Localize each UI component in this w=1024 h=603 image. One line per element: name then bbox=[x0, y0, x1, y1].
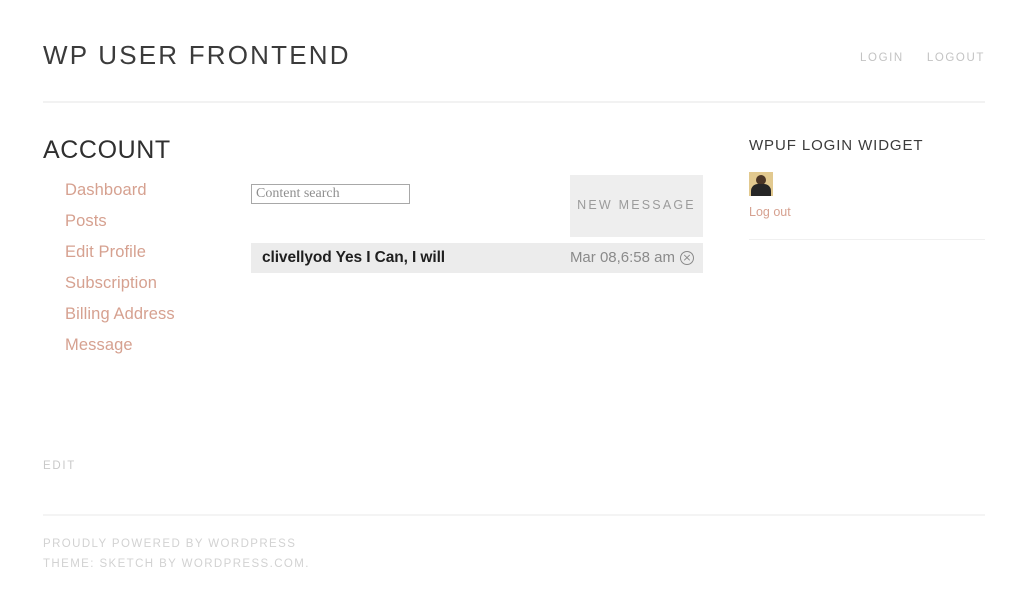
sidebar-link-message[interactable]: Message bbox=[65, 330, 265, 361]
sidebar-item-billing-address[interactable]: Billing Address bbox=[65, 299, 265, 330]
message-date: Mar 08,6:58 am bbox=[569, 249, 675, 266]
site-title: WP USER FRONTEND bbox=[43, 40, 351, 70]
widget-sidebar: WPUF LOGIN WIDGET Log out bbox=[749, 137, 985, 240]
sidebar-link-dashboard[interactable]: Dashboard bbox=[65, 175, 265, 206]
edit-link[interactable]: EDIT bbox=[43, 460, 76, 472]
nav-item-login[interactable]: LOGIN bbox=[860, 52, 904, 64]
main-navigation: LOGIN LOGOUT bbox=[860, 0, 985, 64]
sidebar-link-billing-address[interactable]: Billing Address bbox=[65, 299, 265, 330]
sidebar-item-edit-profile[interactable]: Edit Profile bbox=[65, 237, 265, 268]
message-meta: Mar 08,6:58 am × bbox=[570, 249, 694, 266]
site-footer: PROUDLY POWERED BY WORDPRESS THEME: SKET… bbox=[43, 514, 985, 574]
sidebar-link-posts[interactable]: Posts bbox=[65, 206, 265, 237]
message-panel: NEW MESSAGE clivellyod Yes I Can, I will… bbox=[251, 174, 703, 273]
site-header: WP USER FRONTEND LOGIN LOGOUT bbox=[43, 0, 985, 103]
page-title: ACCOUNT bbox=[43, 136, 171, 164]
footer-powered-by-wordpress[interactable]: PROUDLY POWERED BY WORDPRESS bbox=[43, 534, 985, 554]
message-toolbar: NEW MESSAGE bbox=[251, 174, 703, 237]
account-sidebar-nav: Dashboard Posts Edit Profile Subscriptio… bbox=[65, 175, 265, 361]
message-list: clivellyod Yes I Can, I will Mar 08,6:58… bbox=[251, 242, 703, 273]
avatar bbox=[749, 172, 773, 196]
message-text: clivellyod Yes I Can, I will bbox=[262, 248, 445, 266]
main-column: ACCOUNT Dashboard Posts Edit Profile Sub… bbox=[43, 103, 703, 472]
sidebar-item-dashboard[interactable]: Dashboard bbox=[65, 175, 265, 206]
sidebar-link-edit-profile[interactable]: Edit Profile bbox=[65, 237, 265, 268]
widget-logout-link[interactable]: Log out bbox=[749, 205, 791, 219]
content-search-input[interactable] bbox=[251, 183, 410, 204]
new-message-button[interactable]: NEW MESSAGE bbox=[570, 174, 703, 237]
sidebar-item-posts[interactable]: Posts bbox=[65, 206, 265, 237]
footer-theme-credit[interactable]: THEME: SKETCH BY WORDPRESS.COM. bbox=[43, 554, 985, 574]
nav-item-logout[interactable]: LOGOUT bbox=[927, 52, 985, 64]
avatar-body bbox=[751, 184, 771, 196]
sidebar-item-message[interactable]: Message bbox=[65, 330, 265, 361]
widget-divider bbox=[749, 239, 985, 240]
message-row[interactable]: clivellyod Yes I Can, I will Mar 08,6:58… bbox=[251, 242, 703, 273]
sidebar-item-subscription[interactable]: Subscription bbox=[65, 268, 265, 299]
page-root: WP USER FRONTEND LOGIN LOGOUT ACCOUNT Da… bbox=[0, 0, 1024, 603]
sidebar-link-subscription[interactable]: Subscription bbox=[65, 268, 265, 299]
widget-title: WPUF LOGIN WIDGET bbox=[749, 137, 924, 154]
circle-x-icon[interactable]: × bbox=[680, 250, 694, 265]
